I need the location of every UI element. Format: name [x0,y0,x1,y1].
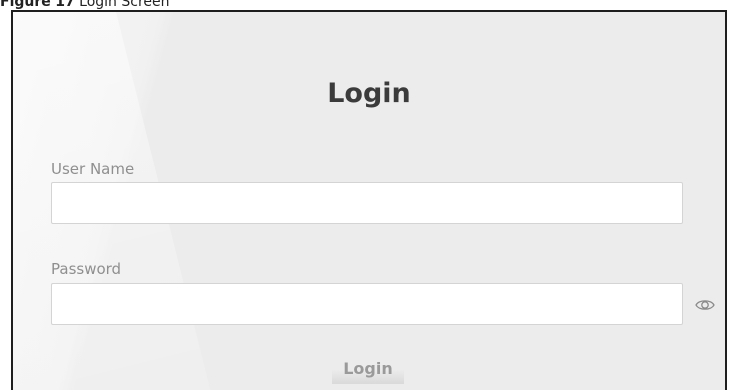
eye-icon[interactable] [695,297,715,311]
figure-caption: Figure 17 Login Screen [0,0,170,10]
login-title: Login [327,78,411,109]
password-label: Password [51,260,122,278]
username-label: User Name [51,160,135,178]
figure-number: 17 [55,0,75,10]
figure-title: Login Screen [79,0,170,10]
password-input[interactable] [51,283,683,325]
login-button[interactable]: Login [332,352,404,384]
figure-label: Figure [0,0,51,10]
login-panel: Login User Name Password Login [11,10,727,390]
username-input[interactable] [51,182,683,224]
